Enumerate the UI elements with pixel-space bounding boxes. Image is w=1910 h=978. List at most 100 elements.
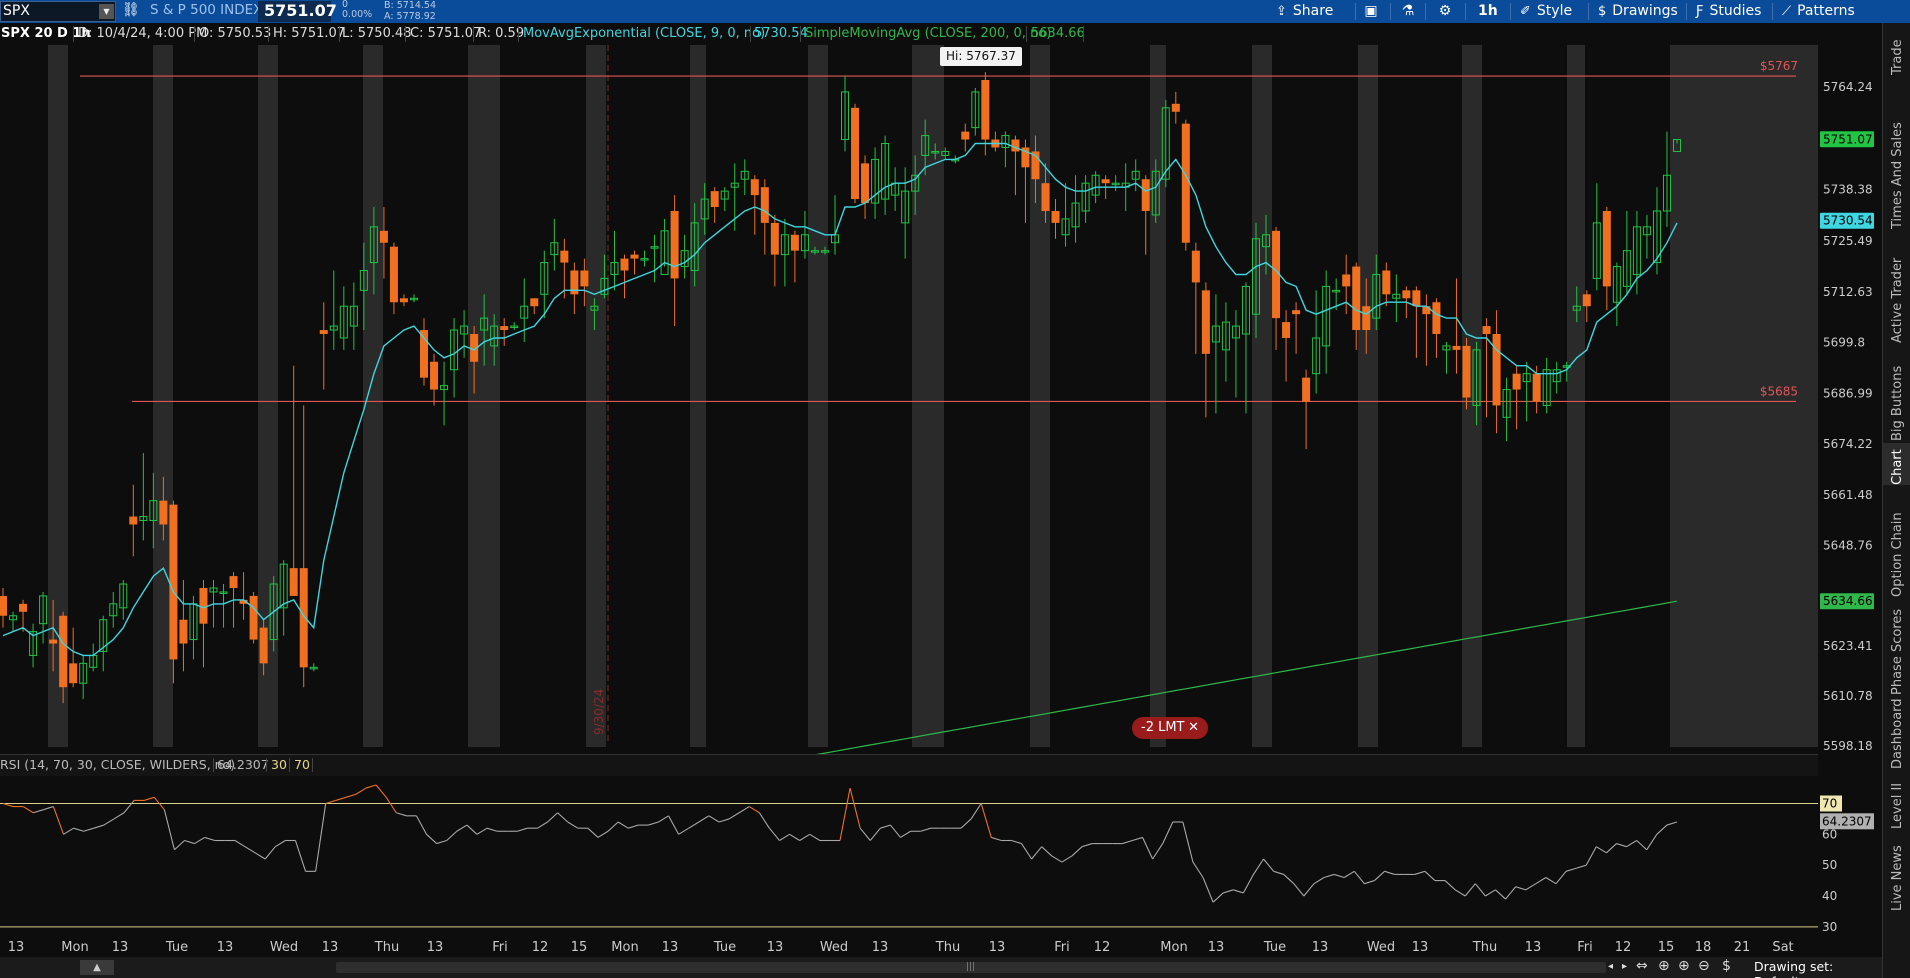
- time-axis-label: Fri: [492, 940, 508, 955]
- candle-body-down: [249, 595, 258, 640]
- drawing-set-label[interactable]: Drawing set: Default: [1754, 959, 1882, 978]
- symbol-selector[interactable]: SPX ▼: [0, 1, 116, 22]
- ema-study-label[interactable]: MovAvgExponential (CLOSE, 9, 0, no): [523, 23, 765, 45]
- candle-body-down: [560, 250, 569, 263]
- candle-body-down: [530, 298, 539, 307]
- time-axis-label: 13: [217, 940, 234, 955]
- style-button[interactable]: ✐ Style: [1520, 0, 1572, 23]
- tab-label: Level II: [1890, 782, 1905, 829]
- time-axis-label: Sat: [1772, 940, 1793, 955]
- candle-body-down: [1041, 183, 1050, 211]
- tab-label: Big Buttons: [1890, 365, 1905, 441]
- tab-option-chain[interactable]: Option Chain: [1883, 487, 1910, 597]
- tab-dashboard[interactable]: Dashboard: [1883, 697, 1910, 769]
- price-axis-marker-label: 5751.07: [1823, 132, 1873, 146]
- price-axis[interactable]: 5764.24 5751.07 5738.38 5730.54 5725.49 5712.…: [1818, 45, 1882, 753]
- bottom-bar: ▲ ||| ◂ ▸ ⇔ ⊕ ⊕ ⊖ $ Drawing set: Default: [0, 957, 1882, 978]
- settings-button[interactable]: ⚙: [1432, 0, 1458, 23]
- divider: [1772, 3, 1773, 20]
- session-band: [808, 45, 828, 747]
- candle-body-down: [1452, 345, 1461, 350]
- tab-label: Chart: [1890, 449, 1905, 485]
- bar-low: L: 5750.48: [342, 26, 412, 41]
- share-label: Share: [1292, 3, 1334, 19]
- ask-price: A: 5778.92: [384, 11, 436, 22]
- time-axis-label: 13: [112, 940, 129, 955]
- zoom-in-icon[interactable]: ⊕: [1678, 958, 1690, 974]
- crosshair-icon[interactable]: ⊕: [1658, 958, 1670, 974]
- price-axis-tick: 5598.18: [1823, 739, 1873, 753]
- link-icon[interactable]: ⛓: [122, 2, 140, 18]
- tab-label: Phase Scores: [1890, 608, 1905, 695]
- time-axis-label: Mon: [1160, 940, 1187, 955]
- share-button[interactable]: ⇪ Share: [1276, 0, 1333, 23]
- tab-chart[interactable]: Chart: [1883, 443, 1910, 485]
- symbol-input[interactable]: SPX: [3, 3, 30, 19]
- studies-button[interactable]: Ƒ Studies: [1696, 0, 1761, 23]
- tab-level-ii[interactable]: Level II: [1883, 771, 1910, 829]
- time-axis[interactable]: 13 Mon 13 Tue 13 Wed 13 Thu 13 Fri 12 15 Mon 13 Tue 13 W…: [0, 936, 1882, 957]
- chart-info-bar: SPX 20 D 1h D: 10/4/24, 4:00 PM O: 5750.…: [0, 23, 1820, 45]
- close-order-icon[interactable]: ✕: [1188, 717, 1199, 739]
- rsi-value: 64.2307: [217, 757, 269, 772]
- time-axis-label: 13: [8, 940, 25, 955]
- time-axis-label: 12: [1094, 940, 1111, 955]
- candle-body-down: [299, 568, 308, 668]
- grid-layout-icon: ▣: [1364, 3, 1378, 19]
- candle-body-down: [580, 270, 589, 287]
- divider: [518, 26, 519, 42]
- grid-layout-button[interactable]: ▣: [1358, 0, 1384, 23]
- tab-big-buttons[interactable]: Big Buttons: [1883, 345, 1910, 441]
- candle-body-down: [1412, 290, 1421, 307]
- scroll-grip-icon[interactable]: |||: [966, 962, 975, 972]
- divider: [339, 26, 340, 42]
- time-axis-label: Thu: [935, 940, 960, 955]
- tab-phase-scores[interactable]: Phase Scores: [1883, 599, 1910, 695]
- collapse-button[interactable]: ▲: [80, 960, 114, 975]
- rsi-low-level: 30: [271, 757, 287, 772]
- candle-body-down: [1201, 290, 1210, 354]
- time-axis-label: 12: [532, 940, 549, 955]
- tab-active-trader[interactable]: Active Trader: [1883, 231, 1910, 343]
- candle-body-down: [1512, 373, 1521, 390]
- rsi-study-label[interactable]: RSI (14, 70, 30, CLOSE, WILDERS, no): [0, 755, 235, 775]
- symbol-dropdown-icon[interactable]: ▼: [99, 4, 114, 19]
- candle-body-down: [790, 234, 799, 251]
- time-axis-label: 13: [872, 940, 889, 955]
- candle-body-down: [1462, 345, 1471, 398]
- rsi-axis-marker-label: 64.2307: [1822, 814, 1872, 828]
- time-axis-label: 13: [1525, 940, 1542, 955]
- right-sidebar-tabs: Trade Times And Sales Active Trader Big But…: [1882, 23, 1910, 978]
- rsi-high-level: 70: [294, 757, 310, 772]
- candle-body-down: [1422, 306, 1431, 315]
- session-band: [586, 45, 606, 747]
- time-axis-label: 13: [1208, 940, 1225, 955]
- bar-close: C: 5751.07: [410, 26, 482, 41]
- price-axis-tick: 5661.48: [1823, 488, 1873, 502]
- expand-horizontal-icon[interactable]: ⇔: [1636, 958, 1648, 974]
- price-axis-marker-label: 5634.66: [1823, 594, 1873, 608]
- scroll-left-icon[interactable]: ◂: [1608, 961, 1613, 972]
- flask-button[interactable]: ⚗: [1395, 0, 1421, 23]
- time-axis-label: 13: [322, 940, 339, 955]
- price-chart[interactable]: 9/30/24 $5767 $5685 5764.24 5751.07 5738.38…: [0, 45, 1882, 957]
- candle-body-down: [1181, 123, 1190, 243]
- order-label: -2 LMT: [1141, 720, 1185, 735]
- drawings-button[interactable]: $ Drawings: [1598, 0, 1678, 23]
- tab-times-and-sales[interactable]: Times And Sales: [1883, 77, 1910, 229]
- limit-order-marker[interactable]: -2 LMT ✕: [1132, 717, 1208, 739]
- tab-trade[interactable]: Trade: [1883, 23, 1910, 75]
- tab-live-news[interactable]: Live News: [1883, 831, 1910, 911]
- last-price: 5751.07: [264, 1, 337, 20]
- sma-study-label[interactable]: SimpleMovingAvg (CLOSE, 200, 0, no): [805, 23, 1051, 45]
- scroll-right-icon[interactable]: ▸: [1622, 961, 1627, 972]
- candle-body-down: [1482, 326, 1491, 334]
- patterns-button[interactable]: ⟋ Patterns: [1782, 0, 1855, 23]
- zoom-out-icon[interactable]: ⊖: [1698, 958, 1710, 974]
- divider: [312, 758, 313, 772]
- time-axis-label: 15: [1658, 940, 1675, 955]
- timeframe-button[interactable]: 1h: [1478, 0, 1498, 23]
- price-drawing-icon[interactable]: $: [1722, 958, 1731, 974]
- style-icon: ✐: [1520, 4, 1531, 19]
- tab-label: Option Chain: [1890, 512, 1905, 597]
